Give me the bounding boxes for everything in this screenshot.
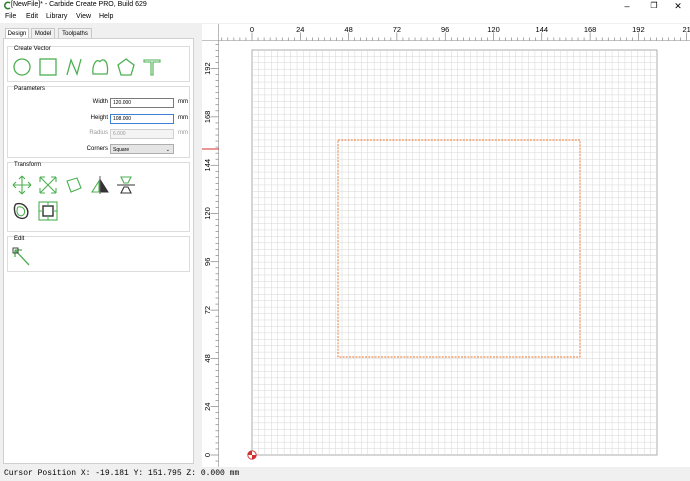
scale-icon[interactable] bbox=[38, 175, 58, 195]
y-tick-label: 48 bbox=[203, 354, 212, 362]
height-label: Height bbox=[90, 115, 108, 121]
height-field[interactable] bbox=[110, 114, 174, 124]
mirror-icon[interactable] bbox=[90, 175, 110, 195]
create-vector-title: Create Vector bbox=[14, 46, 51, 52]
width-label: Width bbox=[92, 99, 108, 105]
rectangle-icon[interactable] bbox=[38, 57, 58, 77]
restore-button[interactable]: ❐ bbox=[643, 0, 665, 12]
node-edit-icon[interactable] bbox=[12, 247, 32, 267]
x-tick-label: 0 bbox=[250, 25, 254, 34]
tab-model[interactable]: Model bbox=[31, 28, 55, 38]
x-tick-label: 120 bbox=[487, 25, 500, 34]
circle-icon[interactable] bbox=[12, 57, 32, 77]
height-unit: mm bbox=[178, 115, 188, 121]
y-tick-label: 144 bbox=[203, 159, 212, 172]
edit-group: Edit bbox=[7, 236, 190, 272]
design-canvas[interactable]: 0 24 48 72 96 120 144 168 192 21 0 24 48 72 96 120 144 1… bbox=[202, 24, 690, 467]
polyline-icon[interactable] bbox=[64, 57, 84, 77]
polygon-icon[interactable] bbox=[116, 57, 136, 77]
y-tick-label: 168 bbox=[203, 111, 212, 124]
rotate-icon[interactable] bbox=[64, 175, 84, 195]
origin-marker-icon bbox=[247, 450, 257, 460]
workspace-area bbox=[251, 49, 658, 456]
y-tick-label: 72 bbox=[203, 306, 212, 314]
x-tick-label: 72 bbox=[393, 25, 401, 34]
x-tick-label: 168 bbox=[584, 25, 597, 34]
create-vector-group: Create Vector bbox=[7, 46, 190, 82]
x-tick-label: 192 bbox=[632, 25, 645, 34]
corners-select[interactable]: Square ⌄ bbox=[110, 144, 174, 154]
x-tick-label: 48 bbox=[344, 25, 352, 34]
canvas-svg[interactable]: 0 24 48 72 96 120 144 168 192 21 0 24 48 72 96 120 144 1… bbox=[202, 24, 690, 467]
curve-icon[interactable] bbox=[90, 57, 110, 77]
transform-title: Transform bbox=[14, 162, 42, 168]
corners-label: Corners bbox=[86, 146, 108, 152]
menu-bar: File Edit Library View Help bbox=[0, 12, 690, 23]
menu-library[interactable]: Library bbox=[46, 13, 67, 20]
radius-label: Radius bbox=[89, 130, 108, 136]
y-tick-label: 96 bbox=[203, 258, 212, 266]
align-icon[interactable] bbox=[116, 175, 136, 195]
window-title: [NewFile]* - Carbide Create PRO, Build 6… bbox=[11, 1, 147, 8]
parameters-group: Parameters Width mm Height mm Radius mm … bbox=[7, 86, 190, 158]
y-tick-label: 24 bbox=[203, 403, 212, 411]
x-tick-label: 24 bbox=[296, 25, 304, 34]
minimize-button[interactable]: – bbox=[616, 0, 638, 12]
menu-edit[interactable]: Edit bbox=[26, 13, 38, 20]
tab-design[interactable]: Design bbox=[5, 28, 29, 38]
chevron-down-icon: ⌄ bbox=[165, 147, 170, 153]
x-tick-label: 96 bbox=[441, 25, 449, 34]
center-icon[interactable] bbox=[38, 201, 58, 221]
menu-view[interactable]: View bbox=[76, 13, 91, 20]
menu-help[interactable]: Help bbox=[99, 13, 113, 20]
text-icon[interactable] bbox=[142, 57, 162, 77]
tab-toolpaths[interactable]: Toolpaths bbox=[58, 28, 92, 38]
radius-field bbox=[110, 129, 174, 139]
parameters-title: Parameters bbox=[14, 86, 46, 92]
title-bar: [NewFile]* - Carbide Create PRO, Build 6… bbox=[0, 0, 690, 12]
radius-unit: mm bbox=[178, 130, 188, 136]
x-tick-label: 144 bbox=[536, 25, 549, 34]
x-tick-label: 21 bbox=[683, 25, 690, 34]
corners-select-value: Square bbox=[113, 147, 130, 153]
offset-icon[interactable] bbox=[12, 201, 32, 221]
width-field[interactable] bbox=[110, 98, 174, 108]
width-unit: mm bbox=[178, 99, 188, 105]
close-button[interactable]: ✕ bbox=[667, 0, 689, 12]
y-tick-label: 0 bbox=[203, 453, 212, 457]
left-panel: Design Model Toolpaths Create Vector Par… bbox=[0, 25, 197, 467]
move-icon[interactable] bbox=[12, 175, 32, 195]
cursor-position-status: Cursor Position X: -19.181 Y: 151.795 Z:… bbox=[4, 469, 240, 478]
y-tick-label: 192 bbox=[203, 62, 212, 75]
edit-title: Edit bbox=[14, 236, 25, 242]
menu-file[interactable]: File bbox=[5, 13, 16, 20]
transform-group: Transform bbox=[7, 162, 190, 232]
y-tick-label: 120 bbox=[203, 207, 212, 220]
